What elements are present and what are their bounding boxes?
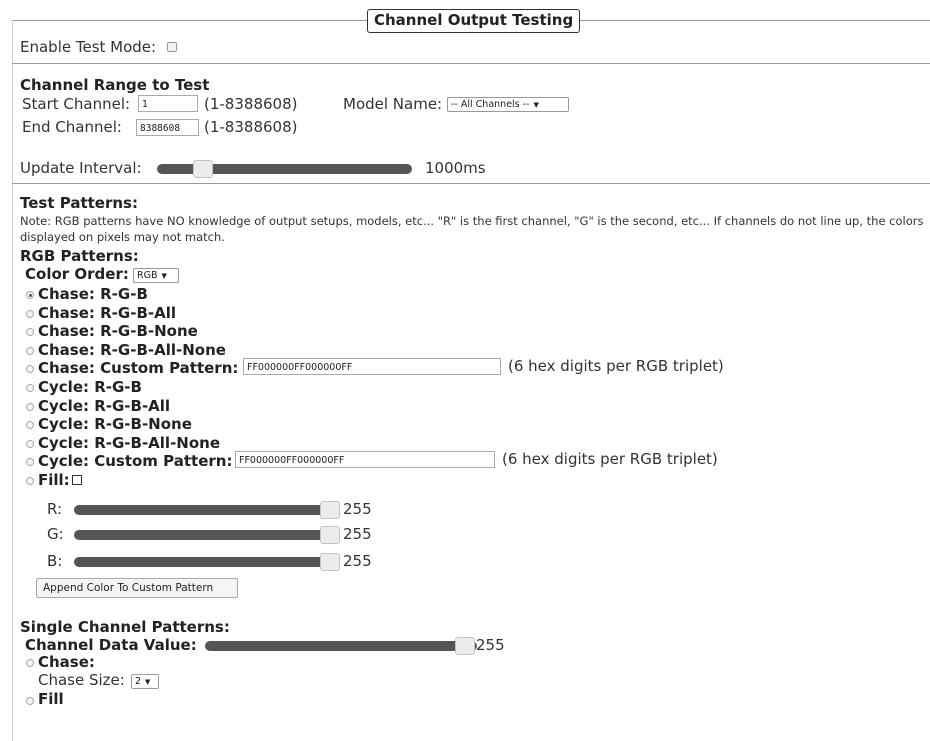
- fill-color-swatch[interactable]: [72, 475, 82, 485]
- caret-down-icon: ▼: [161, 272, 167, 280]
- separator: [12, 63, 930, 64]
- pattern-label: Chase: Custom Pattern:: [38, 359, 239, 378]
- pattern-label: Cycle: R-G-B-All-None: [38, 433, 221, 452]
- pattern-label: Cycle: R-G-B-None: [38, 415, 192, 434]
- pattern-label: Chase: R-G-B-None: [38, 322, 198, 341]
- model-name-value: -- All Channels --: [451, 99, 530, 110]
- caret-down-icon: ▼: [145, 678, 151, 686]
- single-chase-label: Chase:: [38, 653, 95, 671]
- rgb-slider-thumb[interactable]: [320, 553, 340, 571]
- pattern-label: Cycle: Custom Pattern:: [38, 452, 233, 471]
- model-name-select[interactable]: -- All Channels -- ▼: [447, 97, 569, 112]
- separator: [12, 183, 930, 184]
- rgb-slider-value: 255: [343, 525, 372, 543]
- append-color-button[interactable]: Append Color To Custom Pattern: [36, 578, 238, 598]
- rgb-slider-label: B:: [47, 552, 63, 570]
- pattern-label: Chase: R-G-B: [38, 285, 148, 303]
- rgb-slider-track[interactable]: [74, 557, 340, 567]
- end-channel-hint: (1-8388608): [204, 118, 298, 136]
- chase-size-label: Chase Size:: [38, 671, 125, 689]
- rgb-slider-thumb[interactable]: [320, 501, 340, 519]
- rgb-slider-label: R:: [47, 500, 63, 518]
- rgb-slider-label: G:: [47, 525, 64, 543]
- update-interval-label: Update Interval:: [20, 159, 142, 177]
- chase-custom-hint: (6 hex digits per RGB triplet): [508, 357, 724, 375]
- pattern-radio[interactable]: [26, 439, 34, 448]
- pattern-label: Chase: R-G-B-All: [38, 303, 176, 322]
- test-patterns-note: Note: RGB patterns have NO knowledge of …: [20, 214, 924, 244]
- single-chase-radio[interactable]: [26, 659, 34, 667]
- color-order-label: Color Order:: [25, 265, 129, 283]
- pattern-label: Chase: R-G-B-All-None: [38, 340, 226, 359]
- pattern-radio[interactable]: [26, 309, 34, 318]
- rgb-patterns-heading: RGB Patterns:: [20, 247, 139, 265]
- chase-size-value: 2: [135, 676, 142, 687]
- cycle-custom-pattern-input[interactable]: FF000000FF000000FF: [235, 451, 495, 468]
- cycle-custom-hint: (6 hex digits per RGB triplet): [502, 450, 718, 468]
- model-name-label: Model Name:: [343, 95, 443, 113]
- pattern-radio[interactable]: [26, 346, 34, 355]
- end-channel-input[interactable]: 8388608: [136, 119, 199, 136]
- rgb-slider-track[interactable]: [74, 530, 340, 540]
- pattern-radio[interactable]: [26, 402, 34, 411]
- channel-data-value-label: Channel Data Value:: [25, 636, 197, 654]
- test-patterns-heading: Test Patterns:: [20, 194, 138, 212]
- color-order-value: RGB: [137, 270, 158, 281]
- pattern-radio[interactable]: [26, 291, 34, 299]
- update-interval-thumb[interactable]: [193, 160, 213, 178]
- pattern-radio[interactable]: [26, 384, 34, 392]
- single-channel-heading: Single Channel Patterns:: [20, 618, 230, 636]
- enable-test-mode-label: Enable Test Mode:: [20, 38, 157, 56]
- channel-data-value-thumb[interactable]: [455, 637, 475, 655]
- color-order-select[interactable]: RGB ▼: [133, 268, 179, 283]
- fieldset-legend: Channel Output Testing: [367, 9, 581, 33]
- start-channel-hint: (1-8388608): [204, 95, 298, 113]
- rgb-slider-value: 255: [343, 552, 372, 570]
- chase-custom-pattern-input[interactable]: FF000000FF000000FF: [243, 358, 501, 375]
- channel-data-value: 255: [476, 636, 505, 654]
- pattern-radio[interactable]: [26, 477, 34, 485]
- single-fill-label: Fill: [38, 690, 64, 708]
- chase-size-select[interactable]: 2 ▼: [131, 674, 159, 689]
- rgb-slider-track[interactable]: [74, 505, 340, 515]
- start-channel-input[interactable]: 1: [138, 95, 198, 112]
- update-interval-value: 1000ms: [425, 159, 486, 177]
- channel-range-heading: Channel Range to Test: [20, 76, 210, 94]
- enable-test-mode-checkbox[interactable]: [167, 42, 177, 52]
- end-channel-label: End Channel:: [22, 118, 122, 136]
- start-channel-label: Start Channel:: [22, 95, 131, 113]
- channel-data-value-track[interactable]: [205, 641, 477, 651]
- rgb-slider-value: 255: [343, 500, 372, 518]
- pattern-label: Fill:: [38, 471, 70, 489]
- pattern-label: Cycle: R-G-B-All: [38, 396, 171, 415]
- single-fill-radio[interactable]: [26, 697, 34, 705]
- caret-down-icon: ▼: [533, 101, 539, 109]
- rgb-slider-thumb[interactable]: [320, 526, 340, 544]
- pattern-label: Cycle: R-G-B: [38, 378, 142, 396]
